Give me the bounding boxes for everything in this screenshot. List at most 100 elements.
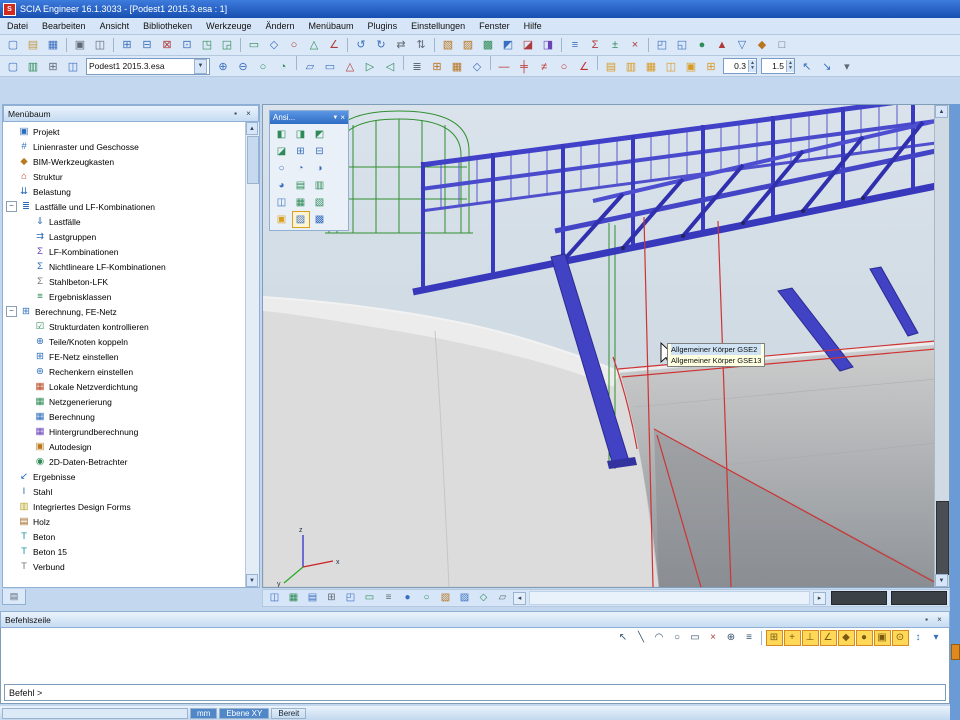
menu-tree-panel-header[interactable]: Menübaum ▪ ×	[3, 105, 259, 122]
project-combo[interactable]: Podest1 2015.3.esa ▼	[86, 58, 210, 75]
menu-ansicht[interactable]: Ansicht	[93, 20, 137, 32]
viewport-vertical-scrollbar[interactable]: ▲ ▼	[934, 105, 949, 587]
tool-icon[interactable]: +	[784, 630, 801, 646]
tree-item-autodesign[interactable]: ▣Autodesign	[3, 439, 246, 454]
tree-item-integriertes-design-forms[interactable]: ▥Integriertes Design Forms	[3, 499, 246, 514]
print-icon[interactable]: ▣	[71, 36, 90, 54]
view-palette[interactable]: Ansi... ▼ × ◧◨◩◪⊞⊟○◔◑◕▤▥◫▦▧▣▨▩	[269, 110, 349, 231]
tool-icon[interactable]: ◫	[266, 590, 284, 606]
tool-icon[interactable]: ▨	[456, 590, 474, 606]
scale-stepper[interactable]: 1.5 ▲▼	[761, 58, 795, 74]
tool-icon[interactable]: ●	[856, 630, 873, 646]
3d-viewport[interactable]: z x y Ansi... ▼ × ◧◨◩◪⊞⊟○◔◑◕▤▥◫▦▧▣▨▩	[262, 104, 950, 588]
tool-icon[interactable]: ◔	[292, 160, 310, 177]
tool-icon[interactable]: ▾	[837, 58, 856, 76]
tree-item-holz[interactable]: ▤Holz	[3, 514, 246, 529]
tool-icon[interactable]: ◆	[753, 36, 772, 54]
tool-icon[interactable]: ●	[399, 590, 417, 606]
tool-icon[interactable]: ⊖	[234, 58, 253, 76]
tree-item-teile-knoten-koppeln[interactable]: ⊕Teile/Knoten koppeln	[3, 334, 246, 349]
menu-datei[interactable]: Datei	[0, 20, 35, 32]
pin-icon[interactable]: ▪	[230, 108, 241, 119]
scroll-left-icon[interactable]: ◂	[513, 592, 526, 605]
tool-icon[interactable]: ▧	[311, 194, 329, 211]
tool-icon[interactable]: ▨	[459, 36, 478, 54]
tool-icon[interactable]: ▦	[285, 590, 303, 606]
tool-icon[interactable]: ▱	[494, 590, 512, 606]
tool-icon[interactable]: ⊡	[178, 36, 197, 54]
tool-icon[interactable]: ⊙	[892, 630, 909, 646]
open-icon[interactable]: ▤	[24, 36, 43, 54]
tree-item-lf-kombinationen[interactable]: ΣLF-Kombinationen	[3, 244, 246, 259]
menu-plugins[interactable]: Plugins	[361, 20, 405, 32]
pin-icon[interactable]: ▪	[921, 614, 932, 625]
close-icon[interactable]: ×	[934, 614, 945, 625]
tool-icon[interactable]: ↘	[817, 58, 836, 76]
tool-icon[interactable]: ▤	[292, 177, 310, 194]
tool-icon[interactable]: ⇅	[412, 36, 431, 54]
scrollbar-thumb-segment[interactable]	[831, 591, 887, 605]
close-icon[interactable]: ×	[243, 108, 254, 119]
tool-icon[interactable]: —	[495, 58, 514, 76]
tree-expander-icon[interactable]: −	[6, 201, 17, 212]
tool-icon[interactable]: ╲	[633, 630, 650, 646]
command-input[interactable]: Befehl >	[4, 684, 946, 701]
tree-item-struktur[interactable]: ⌂Struktur	[3, 169, 246, 184]
tool-icon[interactable]: ∠	[820, 630, 837, 646]
tree-item-stahl[interactable]: IStahl	[3, 484, 246, 499]
tool-icon[interactable]: ◰	[342, 590, 360, 606]
tool-icon[interactable]: ⇄	[392, 36, 411, 54]
tool-icon[interactable]: ◲	[218, 36, 237, 54]
tree-item-stahlbeton-lfk[interactable]: ΣStahlbeton-LFK	[3, 274, 246, 289]
3d-scene[interactable]: z x y Ansi... ▼ × ◧◨◩◪⊞⊟○◔◑◕▤▥◫▦▧▣▨▩	[263, 105, 936, 587]
tree-item-beton[interactable]: TBeton	[3, 529, 246, 544]
save-icon[interactable]: ▦	[44, 36, 63, 54]
tree-item-ergebnisklassen[interactable]: ≡Ergebnisklassen	[3, 289, 246, 304]
viewport-horizontal-scrollbar[interactable]	[529, 591, 810, 605]
angle-spin-buttons[interactable]: ▲▼	[748, 60, 756, 72]
status-unit[interactable]: mm	[190, 708, 217, 719]
tool-icon[interactable]: ▾	[928, 630, 945, 646]
tool-icon[interactable]: ○	[669, 630, 686, 646]
tool-icon[interactable]: ⊞	[292, 143, 310, 160]
tree-item-projekt[interactable]: ▣Projekt	[3, 124, 246, 139]
tool-icon[interactable]: ◪	[519, 36, 538, 54]
menu-fenster[interactable]: Fenster	[472, 20, 517, 32]
menu-menübaum[interactable]: Menübaum	[302, 20, 361, 32]
tool-icon[interactable]: ◇	[468, 58, 487, 76]
menu-bearbeiten[interactable]: Bearbeiten	[35, 20, 93, 32]
palette-close-icon[interactable]: ×	[340, 113, 345, 122]
tool-icon[interactable]: △	[341, 58, 360, 76]
tool-icon[interactable]: ±	[606, 36, 625, 54]
tool-icon[interactable]: ◔	[274, 58, 293, 76]
tool-icon[interactable]: ▷	[361, 58, 380, 76]
tool-icon[interactable]: ▣	[273, 211, 291, 228]
tool-icon[interactable]: ◑	[311, 160, 329, 177]
tool-icon[interactable]: ≣	[408, 58, 427, 76]
tool-icon[interactable]: ◨	[292, 126, 310, 143]
scroll-right-icon[interactable]: ▸	[813, 592, 826, 605]
scale-value[interactable]: 1.5	[762, 61, 786, 71]
tool-icon[interactable]: ◩	[499, 36, 518, 54]
tool-icon[interactable]: ◩	[311, 126, 329, 143]
tool-icon[interactable]: ⊞	[118, 36, 137, 54]
tool-icon[interactable]: ○	[418, 590, 436, 606]
tool-icon[interactable]: □	[773, 36, 792, 54]
tool-icon[interactable]: ◆	[838, 630, 855, 646]
scroll-down-icon[interactable]: ▼	[246, 574, 258, 587]
tool-icon[interactable]: ▦	[292, 194, 310, 211]
view-palette-header[interactable]: Ansi... ▼ ×	[270, 111, 348, 124]
tool-icon[interactable]: ◪	[273, 143, 291, 160]
tree-item-strukturdaten-kontrollieren[interactable]: ☑Strukturdaten kontrollieren	[3, 319, 246, 334]
tree-scrollbar[interactable]: ▲ ▼	[245, 122, 259, 587]
tool-icon[interactable]: ▭	[687, 630, 704, 646]
spin-down-icon[interactable]: ▼	[788, 66, 793, 71]
tool-icon[interactable]: ⊠	[158, 36, 177, 54]
menu-hilfe[interactable]: Hilfe	[517, 20, 549, 32]
tree-item-berechnung[interactable]: ▦Berechnung	[3, 409, 246, 424]
tool-icon[interactable]: △	[305, 36, 324, 54]
menu-bibliotheken[interactable]: Bibliotheken	[136, 20, 199, 32]
new-project-icon[interactable]: ▢	[4, 36, 23, 54]
palette-dropdown-icon[interactable]: ▼	[332, 115, 338, 121]
tool-icon[interactable]: ▢	[4, 58, 23, 76]
